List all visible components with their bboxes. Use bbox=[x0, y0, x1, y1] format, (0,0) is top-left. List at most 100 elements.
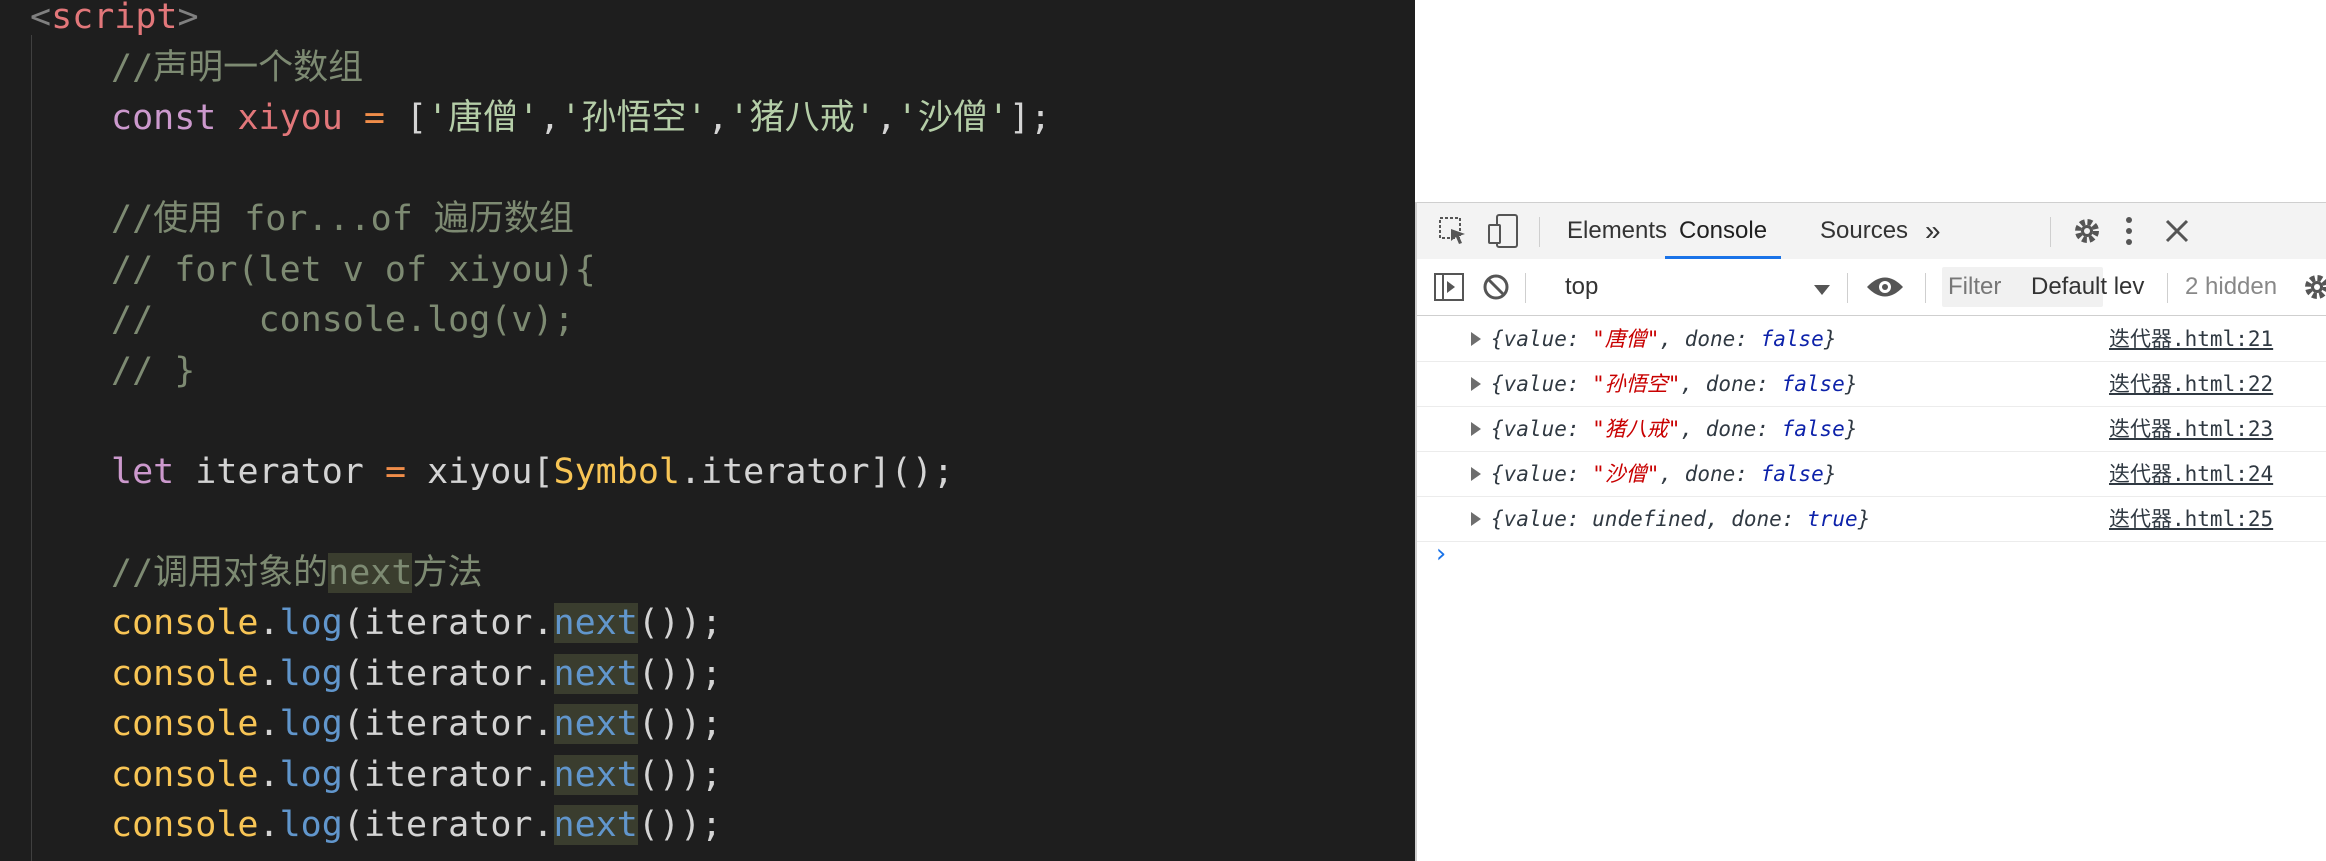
code-line[interactable]: // console.log(v); bbox=[111, 295, 575, 345]
code-token: .iterator]( bbox=[679, 451, 912, 492]
hidden-count-badge: 2 hidden bbox=[2185, 273, 2278, 300]
code-token: (iterator. bbox=[342, 754, 554, 795]
code-token: ()); bbox=[637, 603, 723, 643]
code-token: '猪八戒' bbox=[728, 98, 876, 138]
console-prompt[interactable]: › bbox=[1433, 539, 1449, 569]
tab-console[interactable]: Console bbox=[1665, 203, 1782, 259]
log-message: {value: "唐僧", done: false} bbox=[1491, 317, 1836, 361]
code-editor[interactable]: <script> //声明一个数组 const xiyou = ['唐僧','孙悟空… bbox=[0, 0, 1415, 861]
log-source-link[interactable]: 迭代器.html:22 bbox=[2109, 362, 2273, 406]
log-token-post: } bbox=[1857, 507, 1871, 531]
more-tabs-button[interactable]: » bbox=[1925, 203, 1941, 259]
code-token: = bbox=[342, 98, 407, 138]
code-line[interactable]: // } bbox=[111, 346, 195, 396]
code-token: xiyou[ bbox=[427, 451, 554, 492]
expand-triangle-icon[interactable] bbox=[1471, 332, 1481, 346]
eye-icon[interactable] bbox=[1865, 274, 1905, 305]
code-token: //声明一个数组 bbox=[111, 47, 364, 88]
inspect-element-icon[interactable] bbox=[1437, 215, 1469, 252]
console-log-row[interactable]: {value: "孙悟空", done: false} 迭代器.html:22 bbox=[1417, 362, 2326, 407]
log-source-link[interactable]: 迭代器.html:24 bbox=[2109, 452, 2273, 496]
code-line[interactable]: console.log(iterator.next()); bbox=[111, 800, 722, 850]
log-token-mid: , done: bbox=[1680, 372, 1782, 396]
code-token: const bbox=[111, 98, 238, 138]
code-line[interactable]: console.log(iterator.next()); bbox=[111, 649, 722, 699]
console-log-row[interactable]: {value: "唐僧", done: false} 迭代器.html:21 bbox=[1417, 317, 2326, 362]
code-line[interactable]: <script> bbox=[30, 0, 199, 42]
code-line[interactable]: //使用 for...of 遍历数组 bbox=[111, 194, 574, 244]
code-line[interactable]: console.log(iterator.next()); bbox=[111, 750, 722, 800]
log-source-link[interactable]: 迭代器.html:21 bbox=[2109, 317, 2273, 361]
code-token: next bbox=[328, 552, 413, 593]
code-line[interactable]: console.log(iterator.next()); bbox=[111, 598, 722, 648]
log-levels-select[interactable]: Default lev bbox=[2031, 259, 2144, 315]
log-token-val: undefined bbox=[1592, 507, 1706, 531]
code-line[interactable]: //调用对象的next方法 bbox=[111, 548, 482, 598]
code-token: '唐僧' bbox=[427, 98, 540, 138]
context-select[interactable]: top bbox=[1565, 259, 1598, 315]
tab-sources[interactable]: Sources bbox=[1820, 203, 1908, 259]
log-token-mid: , done: bbox=[1659, 462, 1761, 486]
device-toolbar-icon[interactable] bbox=[1487, 213, 1521, 254]
code-token: [ bbox=[406, 98, 428, 138]
code-token: next bbox=[553, 704, 638, 744]
code-token: console bbox=[111, 704, 259, 744]
console-settings-gear-icon[interactable] bbox=[2301, 271, 2326, 308]
gear-icon[interactable] bbox=[2071, 215, 2103, 252]
code-token: // console.log(v); bbox=[111, 300, 575, 340]
log-token-post: } bbox=[1844, 417, 1858, 441]
log-token-done: true bbox=[1807, 507, 1858, 531]
expand-triangle-icon[interactable] bbox=[1471, 377, 1481, 391]
log-source-link[interactable]: 迭代器.html:25 bbox=[2109, 497, 2273, 541]
code-token: < bbox=[30, 0, 52, 37]
kebab-menu-icon[interactable] bbox=[2123, 215, 2135, 252]
code-token: . bbox=[258, 603, 280, 643]
code-token: ()); bbox=[637, 653, 723, 694]
code-token: next bbox=[553, 805, 638, 845]
expand-triangle-icon[interactable] bbox=[1471, 422, 1481, 436]
console-log-row[interactable]: {value: "沙僧", done: false} 迭代器.html:24 bbox=[1417, 452, 2326, 497]
code-token: ()); bbox=[637, 805, 723, 845]
log-token-done: false bbox=[1781, 417, 1845, 441]
log-token-done: false bbox=[1781, 372, 1845, 396]
console-log-row[interactable]: {value: undefined, done: true} 迭代器.html:2… bbox=[1417, 497, 2326, 542]
log-source-link[interactable]: 迭代器.html:23 bbox=[2109, 407, 2273, 451]
console-toolbar: top Filter Default lev 2 hidden bbox=[1417, 259, 2326, 316]
code-token: . bbox=[258, 805, 280, 845]
console-log-row[interactable]: {value: "猪八戒", done: false} 迭代器.html:23 bbox=[1417, 407, 2326, 452]
code-line[interactable]: const xiyou = ['唐僧','孙悟空','猪八戒','沙僧']; bbox=[111, 93, 1051, 143]
code-token: ]; bbox=[1008, 98, 1052, 138]
code-token: console bbox=[111, 653, 259, 694]
code-line[interactable]: let iterator = xiyou[Symbol.iterator](); bbox=[111, 447, 954, 497]
code-token: xiyou bbox=[237, 98, 343, 138]
code-line[interactable]: console.log(iterator.next()); bbox=[111, 699, 722, 749]
code-token: next bbox=[553, 653, 638, 694]
log-message: {value: "猪八戒", done: false} bbox=[1491, 407, 1857, 451]
devtools-panel: Elements Console Sources » top Filter De… bbox=[1415, 202, 2326, 861]
log-token-val: "孙悟空" bbox=[1592, 372, 1681, 396]
log-token-val: "沙僧" bbox=[1592, 462, 1660, 486]
code-token: //调用对象的 bbox=[111, 552, 329, 593]
code-token: '沙僧' bbox=[896, 98, 1009, 138]
tab-elements[interactable]: Elements bbox=[1567, 203, 1667, 259]
code-token: let bbox=[111, 451, 196, 492]
code-token: , bbox=[539, 98, 561, 138]
clear-console-icon[interactable] bbox=[1481, 272, 1511, 307]
expand-triangle-icon[interactable] bbox=[1471, 512, 1481, 526]
code-line[interactable]: // for(let v of xiyou){ bbox=[111, 245, 596, 295]
code-token: . bbox=[258, 704, 280, 744]
sidebar-toggle-icon[interactable] bbox=[1433, 272, 1465, 307]
log-token-pre: {value: bbox=[1491, 417, 1593, 441]
log-message: {value: undefined, done: true} bbox=[1491, 497, 1870, 541]
code-token: '孙悟空' bbox=[560, 98, 708, 138]
code-token: script bbox=[51, 0, 178, 37]
code-line[interactable]: //声明一个数组 bbox=[111, 43, 363, 93]
log-token-mid: , done: bbox=[1705, 507, 1808, 531]
code-token: ); bbox=[911, 451, 954, 492]
close-icon[interactable] bbox=[2163, 217, 2191, 250]
tab-separator bbox=[1539, 217, 1540, 247]
code-token: log bbox=[279, 653, 343, 694]
expand-triangle-icon[interactable] bbox=[1471, 467, 1481, 481]
dropdown-arrow-icon[interactable] bbox=[1813, 283, 1831, 301]
code-token: . bbox=[258, 653, 280, 694]
